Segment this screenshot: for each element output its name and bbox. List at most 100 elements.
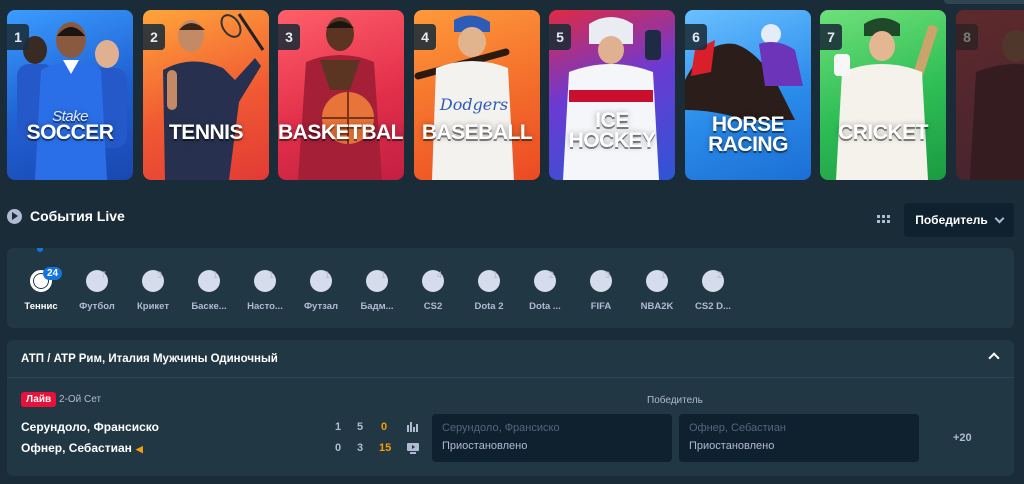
card-cricket[interactable]: 7 CRICKET [820, 10, 946, 180]
sport-tab-dota2[interactable]: 1 Dota 2 [461, 264, 517, 320]
card-horse-racing[interactable]: 6 HORSE RACING [685, 10, 811, 180]
sport-count: 3 [157, 270, 163, 280]
market-label: Победитель [647, 395, 703, 406]
card-title-line2: HOCKEY [568, 129, 656, 152]
sport-label: Крикет [136, 301, 169, 312]
sport-tab-fifa[interactable]: 3 FIFA [573, 264, 629, 320]
card-title: BASEBALL [421, 121, 533, 144]
sport-tab-nba2k[interactable]: 1 NBA2K [629, 264, 685, 320]
sport-count: 2 [549, 270, 555, 280]
league-header[interactable]: АТП / ATP Рим, Италия Мужчины Одиночный [7, 340, 1014, 378]
market-dropdown-label: Победитель [915, 213, 988, 227]
card-baseball[interactable]: Dodgers 4 BASEBALL [414, 10, 540, 180]
score-p1-points: 0 [381, 421, 388, 433]
sport-tab-tennis[interactable]: 24 Теннис [13, 264, 69, 320]
sport-label: Теннис [24, 301, 58, 312]
odds-name: Серундоло, Франсиско [442, 422, 560, 434]
set-label: 2-Ой Сет [59, 394, 102, 405]
serving-indicator-icon: ◀ [135, 444, 143, 454]
live-badge: Лайв [21, 392, 57, 407]
sport-count: 1 [213, 270, 219, 280]
player-name: Серундоло, Франсиско [21, 420, 159, 434]
sport-tab-basketball[interactable]: 1 Баске... [181, 264, 237, 320]
card-number: 5 [549, 24, 571, 50]
sport-label: Dota ... [529, 301, 561, 312]
odds-status: Приостановлено [689, 440, 775, 452]
card-tennis[interactable]: 2 TENNIS [143, 10, 269, 180]
chevron-down-icon [994, 213, 1005, 223]
section-header: События Live [7, 208, 125, 224]
card-8[interactable]: 8 [956, 10, 1024, 180]
card-ice-hockey[interactable]: 5 ICE HOCKEY [549, 10, 675, 180]
card-number: 4 [414, 24, 436, 50]
player-2-name[interactable]: Офнер, Себастиан ◀ [21, 441, 143, 455]
svg-text:Dodgers: Dodgers [439, 95, 508, 114]
sport-tab-futsal[interactable]: 1 Футзал [293, 264, 349, 320]
card-number: 1 [7, 24, 29, 50]
card-number: 3 [278, 24, 300, 50]
sport-tab-table-tennis[interactable]: 1 Насто... [237, 264, 293, 320]
sport-count: 1 [661, 270, 667, 280]
sport-count: 1 [493, 270, 499, 280]
sport-label: Dota 2 [474, 301, 504, 312]
sport-label: Баске... [191, 301, 227, 312]
card-title: SOCCER [26, 121, 114, 144]
sport-count: 1 [325, 270, 331, 280]
player-name: Офнер, Себастиан [21, 441, 132, 455]
odds-button-player-2[interactable]: Офнер, Себастиан Приостановлено [679, 414, 919, 462]
sport-label: Насто... [247, 301, 283, 312]
sports-filter-bar: 24 Теннис 7 Футбол 3 Крикет 1 Баске... 1… [7, 248, 1014, 328]
sport-tab-dota[interactable]: 2 Dota ... [517, 264, 573, 320]
sport-label: CS2 D... [695, 301, 731, 312]
sport-tab-cs2-duels[interactable]: 2 CS2 D... [685, 264, 741, 320]
odds-status: Приостановлено [442, 440, 528, 452]
sport-count: 7 [101, 270, 107, 280]
card-number: 7 [820, 24, 842, 50]
live-play-icon [7, 208, 22, 224]
card-soccer[interactable]: 1 Stake SOCCER [7, 10, 133, 180]
player-1-name[interactable]: Серундоло, Франсиско [21, 420, 159, 434]
card-title: CRICKET [838, 121, 928, 144]
sport-label: Футбол [79, 301, 115, 312]
sport-count: 2 [717, 270, 723, 280]
sport-count: 3 [605, 270, 611, 280]
sport-count: 1 [381, 270, 387, 280]
stats-icon[interactable] [407, 421, 419, 433]
sport-tab-cs2[interactable]: 4 CS2 [405, 264, 461, 320]
card-title-line2: RACING [708, 133, 788, 156]
sport-label: Футзал [303, 301, 339, 312]
score-p2-points: 15 [379, 442, 392, 454]
grid-view-icon[interactable] [876, 212, 890, 226]
sport-label: NBA2K [640, 301, 674, 312]
card-title: TENNIS [168, 121, 244, 144]
sport-label: FIFA [590, 301, 612, 312]
league-title: АТП / ATP Рим, Италия Мужчины Одиночный [21, 352, 278, 365]
sport-label: Бадм... [360, 301, 394, 312]
sport-label: CS2 [423, 301, 443, 312]
sport-count: 1 [269, 270, 275, 280]
card-number: 2 [143, 24, 165, 50]
sport-tab-badminton[interactable]: 1 Бадм... [349, 264, 405, 320]
card-title-line1: HORSE [711, 113, 785, 136]
card-number: 6 [685, 24, 707, 50]
active-indicator [37, 248, 43, 252]
score-p1-sets: 1 [335, 421, 342, 433]
card-basketball[interactable]: 3 BASKETBALL [278, 10, 404, 180]
market-dropdown[interactable]: Победитель [904, 203, 1014, 237]
live-stream-icon[interactable] [407, 442, 419, 454]
card-title: BASKETBALL [278, 121, 404, 144]
odds-button-player-1[interactable]: Серундоло, Франсиско Приостановлено [432, 414, 672, 462]
sport-tab-cricket[interactable]: 3 Крикет [125, 264, 181, 320]
sport-count: 4 [437, 270, 443, 280]
sport-cards-carousel: 1 Stake SOCCER 2 TENNIS 3 BASKETBALL Dod… [7, 10, 1024, 180]
sport-count-badge: 24 [43, 267, 63, 280]
odds-name: Офнер, Себастиан [689, 422, 787, 434]
more-markets-button[interactable]: +20 [953, 432, 972, 444]
section-title: События Live [30, 208, 125, 224]
score-p2-sets: 0 [335, 442, 342, 454]
match-panel: АТП / ATP Рим, Италия Мужчины Одиночный … [7, 340, 1014, 476]
sport-tab-football[interactable]: 7 Футбол [69, 264, 125, 320]
top-edge [944, 0, 1024, 4]
score-p1-games: 5 [357, 421, 364, 433]
score-p2-games: 3 [357, 442, 364, 454]
